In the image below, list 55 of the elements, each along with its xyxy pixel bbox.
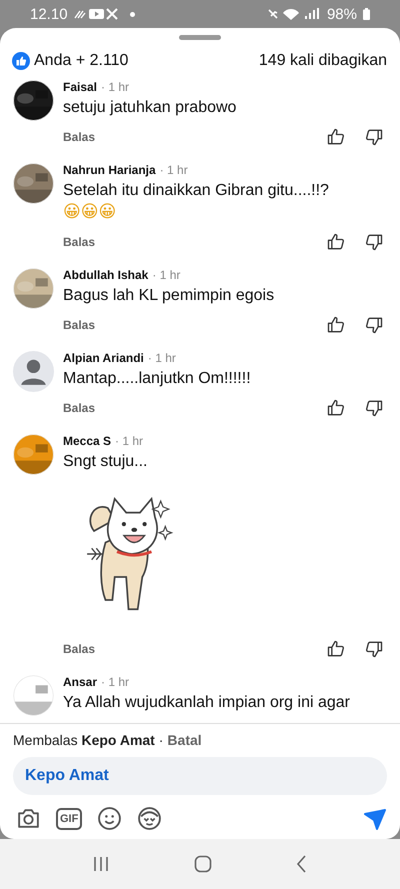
thumbs-up-icon[interactable] xyxy=(326,315,346,335)
comment-input-field[interactable]: Kepo Amat xyxy=(13,757,387,795)
share-count[interactable]: 149 kali dibagikan xyxy=(258,52,387,70)
system-status-icons xyxy=(266,7,321,21)
thumbs-down-icon[interactable] xyxy=(364,315,384,335)
smiley-icon[interactable] xyxy=(97,806,122,831)
thumbs-up-icon[interactable] xyxy=(326,232,346,252)
comment-time: · 1 hr xyxy=(115,434,144,448)
reply-button[interactable]: Balas xyxy=(63,235,96,249)
cancel-link[interactable]: Batal xyxy=(167,732,202,748)
thumbs-up-icon[interactable] xyxy=(326,639,346,659)
clock: 12.10 xyxy=(30,6,68,22)
comment-text: Bagus lah KL pemimpin egois xyxy=(63,287,276,305)
like-icon xyxy=(12,52,30,70)
reply-button[interactable]: Balas xyxy=(63,318,96,332)
notification-dot xyxy=(130,12,135,16)
reply-button[interactable]: Balas xyxy=(63,401,96,415)
commenter-name[interactable]: Abdullah Ishak xyxy=(63,268,148,282)
gif-button[interactable]: GIF xyxy=(56,808,82,830)
comment-time: · 1 hr xyxy=(101,80,130,94)
back-button[interactable] xyxy=(296,855,308,873)
comment-emoji: 😀😀😀 xyxy=(63,202,118,222)
default-avatar-icon[interactable] xyxy=(13,351,54,392)
comment-text: Mantap.....lanjutkn Om!!!!!! xyxy=(63,370,252,388)
reaction-count[interactable]: Anda + 2.110 xyxy=(34,52,128,70)
comment-time: · 1 hr xyxy=(152,268,180,282)
drag-handle[interactable] xyxy=(179,35,221,40)
comment-text: Setelah itu dinaikkan Gibran gitu....!!? xyxy=(63,182,330,200)
commenter-name[interactable]: Alpian Ariandi xyxy=(63,351,144,365)
reply-button[interactable]: Balas xyxy=(63,642,96,656)
reply-button[interactable]: Balas xyxy=(63,130,96,144)
comment-text: setuju jatuhkan prabowo xyxy=(63,99,238,117)
commenter-name[interactable]: Mecca S xyxy=(63,434,112,448)
thumbs-up-icon[interactable] xyxy=(326,127,346,147)
send-icon[interactable] xyxy=(363,806,387,830)
battery-icon xyxy=(363,8,370,20)
commenter-name[interactable]: Faisal xyxy=(63,80,98,94)
comment-time: · 1 hr xyxy=(160,163,188,177)
camera-icon[interactable] xyxy=(16,806,41,831)
commenter-name[interactable]: Nahrun Harianja xyxy=(63,163,156,177)
thumbs-down-icon[interactable] xyxy=(364,232,384,252)
home-button[interactable] xyxy=(194,855,212,873)
comment-time: · 1 hr xyxy=(148,351,176,365)
battery-percent: 98% xyxy=(326,6,357,22)
comment-time: · 1 hr xyxy=(101,675,130,689)
comment-text: Sngt stuju... xyxy=(63,453,148,471)
replying-to-text: Membalas Kepo Amat · xyxy=(13,732,164,748)
thumbs-up-icon[interactable] xyxy=(326,398,346,418)
commenter-name[interactable]: Ansar xyxy=(63,675,98,689)
avatar-sticker-icon[interactable] xyxy=(137,806,162,831)
thumbs-down-icon[interactable] xyxy=(364,398,384,418)
recent-apps-button[interactable] xyxy=(92,856,110,872)
comment-text: Ya Allah wujudkanlah impian org ini agar xyxy=(63,694,351,712)
thumbs-down-icon[interactable] xyxy=(364,127,384,147)
thumbs-down-icon[interactable] xyxy=(364,639,384,659)
